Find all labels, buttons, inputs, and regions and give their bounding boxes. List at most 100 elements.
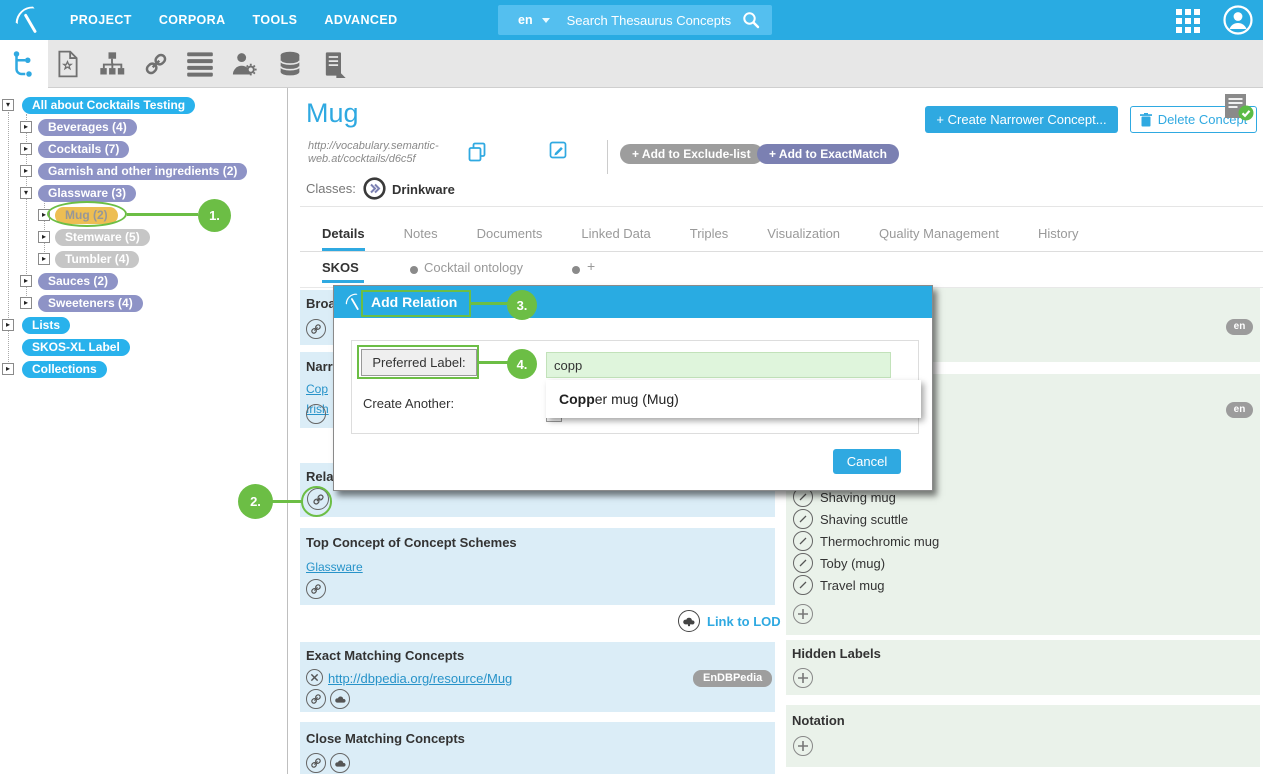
annotation-line-2 — [272, 500, 302, 503]
cloud-lod-icon[interactable] — [330, 689, 350, 709]
tree-item-lists[interactable]: Lists — [22, 317, 70, 334]
class-icon — [363, 177, 386, 200]
tree-item-glassware[interactable]: Glassware (3) — [38, 185, 136, 202]
tree-item-stemware[interactable]: Stemware (5) — [55, 229, 150, 246]
class-name[interactable]: Drinkware — [392, 182, 455, 197]
database-server-icon[interactable] — [320, 50, 348, 78]
tree-item-collections[interactable]: Collections — [22, 361, 107, 378]
link-icon[interactable] — [306, 689, 326, 709]
remove-icon[interactable] — [306, 669, 323, 686]
alt-label-row: Thermochromic mug — [793, 531, 939, 551]
tree-item-garnish[interactable]: Garnish and other ingredients (2) — [38, 163, 247, 180]
tab-history[interactable]: History — [1038, 226, 1078, 251]
autocomplete-suggestion[interactable]: Copper mug (Mug) — [546, 380, 921, 418]
status-report-check-icon[interactable] — [1222, 92, 1254, 122]
copy-icon[interactable] — [468, 142, 486, 162]
tree-expander[interactable]: ▾ — [2, 99, 14, 111]
annotation-ring-2 — [301, 486, 332, 517]
apps-grid-icon[interactable] — [1176, 9, 1200, 33]
tree-expander[interactable]: ▸ — [20, 143, 32, 155]
edit-label-icon[interactable] — [793, 531, 813, 551]
tree-item-sauces[interactable]: Sauces (2) — [38, 273, 118, 290]
edit-label-icon[interactable] — [793, 509, 813, 529]
link-icon[interactable] — [306, 579, 326, 599]
menu-tools[interactable]: TOOLS — [253, 13, 298, 27]
annotation-line-3 — [471, 302, 508, 305]
tree-expander[interactable]: ▸ — [2, 363, 14, 375]
tree-expander[interactable]: ▸ — [20, 121, 32, 133]
page-title: Mug — [306, 98, 359, 129]
tree-expander[interactable]: ▾ — [20, 187, 32, 199]
document-star-icon[interactable] — [54, 50, 82, 78]
tree-item-beverages[interactable]: Beverages (4) — [38, 119, 137, 136]
tree-expander[interactable]: ▸ — [20, 297, 32, 309]
narrower-link[interactable]: Cop — [306, 382, 328, 396]
concept-scheme-link[interactable]: Glassware — [306, 560, 363, 574]
database-icon[interactable] — [276, 50, 304, 78]
cancel-button[interactable]: Cancel — [833, 449, 901, 474]
tab-notes[interactable]: Notes — [404, 226, 438, 251]
user-settings-icon[interactable] — [230, 50, 258, 78]
add-icon[interactable] — [793, 604, 813, 624]
tab-details[interactable]: Details — [322, 226, 365, 251]
add-to-exactmatch-button[interactable]: + Add to ExactMatch — [757, 144, 899, 164]
cloud-lod-icon — [678, 610, 700, 632]
tree-item-tumbler[interactable]: Tumbler (4) — [55, 251, 139, 268]
tree-expander[interactable]: ▸ — [38, 231, 50, 243]
annotation-rect-3 — [361, 290, 471, 317]
tree-item-skosxl-label[interactable]: SKOS-XL Label — [22, 339, 130, 356]
search-input[interactable]: Search Thesaurus Concepts — [567, 13, 742, 28]
user-icon[interactable] — [1222, 4, 1254, 36]
link-icon[interactable] — [306, 404, 326, 424]
main-menu: PROJECT CORPORA TOOLS ADVANCED — [70, 0, 398, 40]
top-navbar: PROJECT CORPORA TOOLS ADVANCED en Search… — [0, 0, 1263, 40]
subtab-skos[interactable]: SKOS — [322, 260, 359, 275]
tab-documents[interactable]: Documents — [477, 226, 543, 251]
annotation-badge-2: 2. — [238, 484, 273, 519]
edit-label-icon[interactable] — [793, 575, 813, 595]
tree-expander[interactable]: ▸ — [2, 319, 14, 331]
search-icon[interactable] — [742, 11, 760, 29]
tree-expander[interactable]: ▸ — [38, 253, 50, 265]
list-icon[interactable] — [186, 50, 214, 78]
search-language-select[interactable]: en — [518, 13, 533, 27]
hidden-labels-section: Hidden Labels — [786, 640, 1260, 695]
subtab-cocktail-ontology[interactable]: Cocktail ontology — [424, 260, 523, 275]
link-icon[interactable] — [142, 50, 170, 78]
link-to-lod-button[interactable]: Link to LOD — [678, 610, 781, 632]
tree-item-cocktails[interactable]: Cocktails (7) — [38, 141, 129, 158]
link-icon[interactable] — [306, 753, 326, 773]
tree-item-sweeteners[interactable]: Sweeteners (4) — [38, 295, 143, 312]
trash-icon — [1140, 113, 1152, 127]
scheme-dot-icon — [572, 266, 580, 274]
tree-expander[interactable]: ▸ — [20, 165, 32, 177]
add-to-exclude-list-button[interactable]: + Add to Exclude-list — [620, 144, 763, 164]
subtab-add[interactable]: + — [587, 258, 595, 274]
cloud-lod-icon[interactable] — [330, 753, 350, 773]
alt-label-row: Shaving scuttle — [793, 509, 908, 529]
annotation-line-4 — [479, 361, 508, 364]
edit-icon[interactable] — [549, 141, 567, 159]
dbpedia-link[interactable]: http://dbpedia.org/resource/Mug — [328, 671, 512, 686]
create-narrower-concept-button[interactable]: + Create Narrower Concept... — [925, 106, 1118, 133]
poolparty-umbrella-logo[interactable] — [12, 4, 46, 36]
annotation-ellipse-1 — [47, 201, 127, 227]
tab-linked-data[interactable]: Linked Data — [581, 226, 650, 251]
menu-advanced[interactable]: ADVANCED — [324, 13, 397, 27]
org-chart-icon[interactable] — [98, 50, 126, 78]
thesaurus-search[interactable]: en Search Thesaurus Concepts — [498, 5, 772, 35]
add-icon[interactable] — [793, 668, 813, 688]
tab-triples[interactable]: Triples — [690, 226, 729, 251]
concept-tree-icon[interactable] — [0, 40, 48, 88]
tree-expander[interactable]: ▸ — [20, 275, 32, 287]
menu-corpora[interactable]: CORPORA — [159, 13, 226, 27]
link-icon[interactable] — [306, 319, 326, 339]
tree-item-project[interactable]: All about Cocktails Testing — [22, 97, 195, 114]
menu-project[interactable]: PROJECT — [70, 13, 132, 27]
tab-quality-management[interactable]: Quality Management — [879, 226, 999, 251]
tab-visualization[interactable]: Visualization — [767, 226, 840, 251]
edit-label-icon[interactable] — [793, 553, 813, 573]
add-icon[interactable] — [793, 736, 813, 756]
annotation-badge-3: 3. — [507, 290, 537, 320]
preferred-label-input[interactable] — [546, 352, 891, 378]
